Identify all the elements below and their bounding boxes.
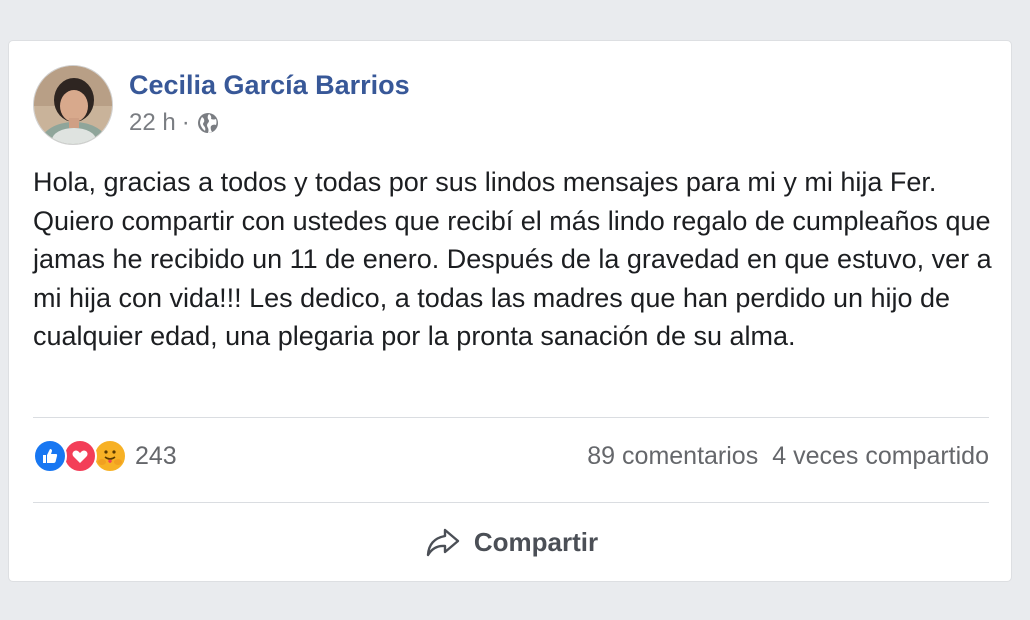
- stats-gap: [758, 441, 772, 471]
- share-button-label: Compartir: [473, 526, 599, 557]
- post-header: Cecilia García Barrios 22 h ·: [33, 65, 410, 145]
- like-icon: [33, 439, 67, 473]
- share-button[interactable]: Compartir: [424, 523, 598, 561]
- post-time[interactable]: 22 h: [129, 109, 176, 137]
- author-name[interactable]: Cecilia García Barrios: [129, 69, 410, 101]
- reaction-count[interactable]: 243: [135, 441, 177, 471]
- action-bar: Compartir: [33, 511, 989, 573]
- post-stats: 243 89 comentarios 4 veces compartido: [33, 433, 989, 479]
- divider-top: [33, 417, 989, 418]
- avatar-photo: [34, 66, 112, 144]
- globe-icon[interactable]: [196, 111, 220, 135]
- reactions-summary[interactable]: 243: [33, 439, 177, 473]
- love-icon: [63, 439, 97, 473]
- post-subline: 22 h ·: [129, 109, 410, 137]
- avatar[interactable]: [33, 65, 113, 145]
- post-meta: Cecilia García Barrios 22 h ·: [129, 65, 410, 137]
- comments-count-link[interactable]: 89 comentarios: [587, 441, 758, 471]
- engagement-stats: 89 comentarios 4 veces compartido: [587, 441, 989, 471]
- reaction-icons: [33, 439, 127, 473]
- care-icon: [93, 439, 127, 473]
- post-text: Hola, gracias a todos y todas por sus li…: [33, 167, 992, 351]
- post-card: Cecilia García Barrios 22 h · Hola, grac…: [8, 40, 1012, 582]
- separator-dot: ·: [181, 109, 190, 136]
- shares-count-link[interactable]: 4 veces compartido: [772, 441, 989, 471]
- share-arrow-icon: [424, 523, 462, 561]
- divider-bottom: [33, 502, 989, 503]
